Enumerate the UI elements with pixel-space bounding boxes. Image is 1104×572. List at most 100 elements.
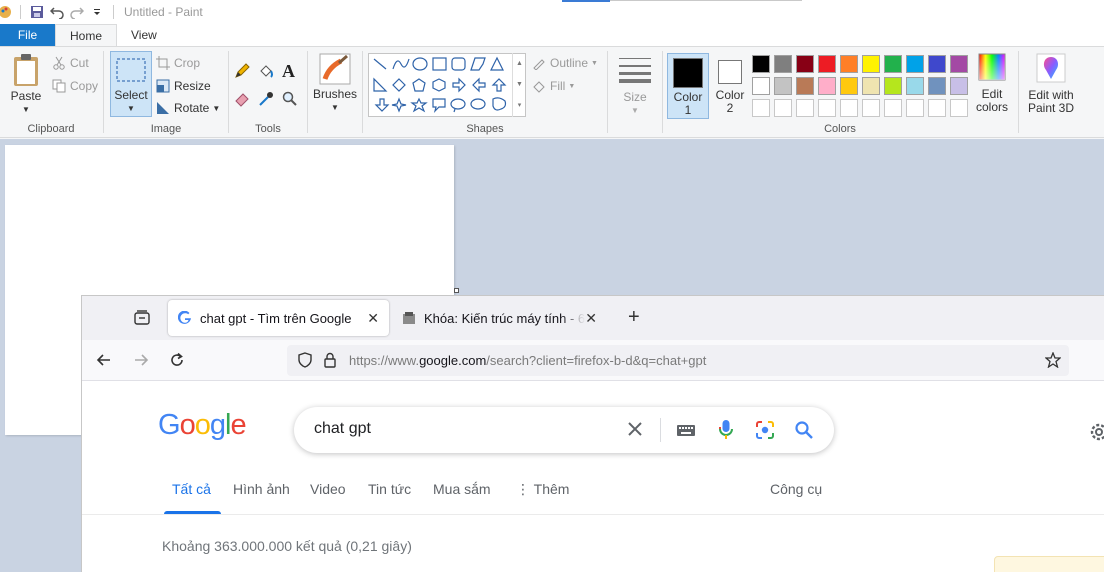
custom-color-slot[interactable] [906,99,924,117]
close-tab-icon[interactable]: ✕ [367,310,379,327]
custom-color-slot[interactable] [862,99,880,117]
palette-color-swatch[interactable] [928,55,946,73]
color1-label-line2: 1 [684,103,692,117]
tab-images[interactable]: Hình ảnh [233,481,290,497]
custom-color-slot[interactable] [884,99,902,117]
new-tab-icon[interactable]: + [628,307,640,327]
bookmark-star-icon[interactable] [1044,351,1062,371]
search-input[interactable]: chat gpt [314,420,371,438]
palette-color-swatch[interactable] [796,77,814,95]
google-logo[interactable]: Google [158,409,247,442]
tab-more[interactable]: ⋮ Thêm [516,481,569,498]
customize-qa-icon[interactable] [87,2,107,22]
back-icon[interactable] [96,352,112,371]
fill-dropdown-icon[interactable]: ▼ [568,83,575,90]
rotate-dropdown-icon[interactable]: ▼ [212,104,220,113]
palette-color-swatch[interactable] [752,77,770,95]
palette-color-swatch[interactable] [752,55,770,73]
tools-button[interactable]: Công cụ [770,481,822,497]
palette-color-swatch[interactable] [818,77,836,95]
canvas-resize-handle[interactable] [454,288,459,293]
fill-bucket-icon[interactable] [258,63,274,82]
color-picker-icon[interactable] [258,91,274,110]
shapes-scroll[interactable]: ▲ ▼ ▾ [512,53,526,117]
paint-app-icon[interactable] [0,2,14,22]
edit-paint3d-button[interactable]: Edit with Paint 3D [1022,53,1080,115]
tab-news[interactable]: Tin tức [368,481,411,497]
select-button[interactable]: Select ▼ [110,51,152,117]
custom-color-slot[interactable] [928,99,946,117]
outline-button[interactable]: Outline ▼ [532,53,598,73]
palette-color-swatch[interactable] [906,77,924,95]
magnifier-icon[interactable] [282,91,298,110]
palette-color-swatch[interactable] [906,55,924,73]
palette-color-swatch[interactable] [774,77,792,95]
eraser-icon[interactable] [234,91,250,110]
rotate-button[interactable]: Rotate ▼ [156,98,220,118]
edit-colors-button[interactable]: Edit colors [972,53,1012,114]
firefox-view-icon[interactable] [134,310,150,329]
keyboard-icon[interactable] [676,422,696,441]
search-icon[interactable] [794,420,814,443]
cut-button[interactable]: Cut [52,53,89,73]
size-button[interactable]: Size ▼ [617,55,653,117]
voice-search-icon[interactable] [718,419,734,444]
palette-color-swatch[interactable] [884,77,902,95]
shapes-gallery[interactable] [368,53,526,117]
brushes-button[interactable]: Brushes ▼ [311,53,359,114]
size-dropdown-icon[interactable]: ▼ [617,104,653,117]
forward-icon[interactable] [133,352,149,371]
settings-gear-icon[interactable] [1088,421,1104,446]
palette-color-swatch[interactable] [840,77,858,95]
resize-button[interactable]: Resize [156,76,211,96]
close-tab-icon[interactable]: ✕ [585,310,597,327]
paste-button[interactable]: Paste ▼ [6,53,46,116]
palette-color-swatch[interactable] [796,55,814,73]
fill-button[interactable]: Fill ▼ [532,76,575,96]
palette-color-swatch[interactable] [862,77,880,95]
tab-file[interactable]: File [0,24,55,46]
google-search-box[interactable]: chat gpt [294,407,834,453]
lock-icon[interactable] [323,352,337,371]
color1-button[interactable]: Color 1 [667,53,709,119]
crop-button[interactable]: Crop [156,53,200,73]
tab-videos[interactable]: Video [310,481,346,497]
palette-color-swatch[interactable] [884,55,902,73]
palette-color-swatch[interactable] [928,77,946,95]
palette-color-swatch[interactable] [950,77,968,95]
custom-color-slot[interactable] [752,99,770,117]
palette-color-swatch[interactable] [840,55,858,73]
lens-search-icon[interactable] [755,420,775,443]
save-icon[interactable] [27,2,47,22]
brushes-dropdown-icon[interactable]: ▼ [311,101,359,114]
browser-tab-google[interactable]: chat gpt - Tìm trên Google ✕ [168,300,389,336]
tabs-divider [82,514,1104,515]
reload-icon[interactable] [169,352,185,371]
tab-view[interactable]: View [117,24,171,46]
tab-all[interactable]: Tất cả [172,481,211,497]
text-tool-icon[interactable]: A [282,61,295,82]
tracking-shield-icon[interactable] [297,352,313,371]
browser-tab-course[interactable]: Khóa: Kiến trúc máy tính - 65.CI ✕ [392,300,607,336]
custom-color-slot[interactable] [818,99,836,117]
undo-icon[interactable] [47,2,67,22]
custom-color-slot[interactable] [796,99,814,117]
copy-button[interactable]: Copy [52,76,98,96]
palette-color-swatch[interactable] [774,55,792,73]
custom-color-slot[interactable] [950,99,968,117]
tab-shopping[interactable]: Mua sắm [433,481,491,497]
clear-search-icon[interactable] [626,420,644,441]
pencil-icon[interactable] [234,63,250,82]
paste-dropdown-icon[interactable]: ▼ [6,103,46,116]
color2-button[interactable]: Color 2 [710,53,750,119]
redo-icon[interactable] [67,2,87,22]
select-dropdown-icon[interactable]: ▼ [111,102,151,115]
tab-home[interactable]: Home [55,24,118,46]
palette-color-swatch[interactable] [862,55,880,73]
url-bar[interactable]: https://www.google.com/search?client=fir… [287,345,1069,376]
custom-color-slot[interactable] [774,99,792,117]
palette-color-swatch[interactable] [818,55,836,73]
custom-color-slot[interactable] [840,99,858,117]
outline-dropdown-icon[interactable]: ▼ [591,60,598,67]
palette-color-swatch[interactable] [950,55,968,73]
